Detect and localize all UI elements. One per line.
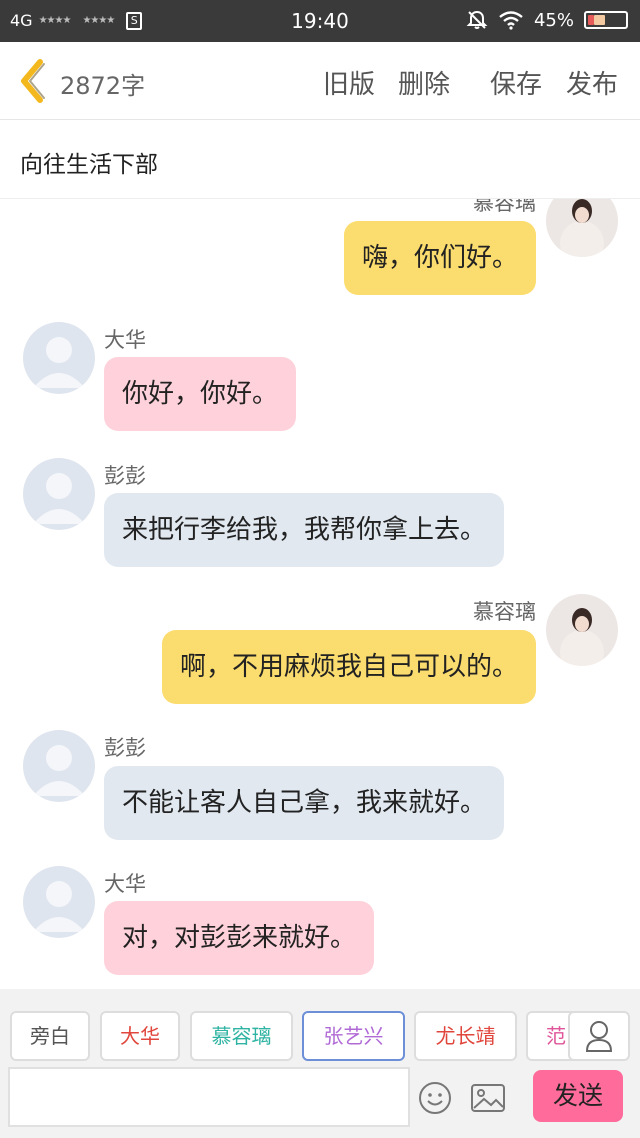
story-title-bar[interactable]: 向往生活下部: [0, 121, 640, 199]
status-right: 45%: [466, 9, 628, 31]
message-bubble: 来把行李给我，我帮你拿上去。: [104, 493, 505, 567]
manage-characters-button[interactable]: [568, 1011, 630, 1061]
character-chip-narrator[interactable]: 旁白: [10, 1011, 90, 1061]
delete-button[interactable]: 删除: [398, 64, 450, 101]
old-version-button[interactable]: 旧版: [323, 64, 375, 101]
message-bubble: 啊，不用麻烦我自己可以的。: [161, 630, 536, 704]
emoji-icon[interactable]: [418, 1081, 452, 1115]
default-avatar[interactable]: [23, 866, 95, 938]
person-icon: [585, 1021, 613, 1052]
message-bubble: 嗨，你们好。: [343, 221, 536, 295]
story-title: 向往生活下部: [20, 152, 158, 178]
wifi-icon: [499, 11, 523, 30]
message-sender-name: 大华: [104, 328, 146, 352]
message-bubble: 对，对彭彭来就好。: [104, 901, 375, 975]
battery-empty: [594, 15, 605, 25]
back-arrow-icon[interactable]: [14, 58, 50, 104]
battery-percent: 45%: [533, 9, 574, 31]
character-chip[interactable]: 大华: [100, 1011, 180, 1061]
publish-button[interactable]: 发布: [566, 64, 618, 101]
default-avatar[interactable]: [23, 730, 95, 802]
message-sender-name: 彭彭: [104, 736, 146, 760]
message-sender-name: 大华: [104, 872, 146, 896]
portrait-avatar[interactable]: [546, 594, 618, 666]
mute-icon: [466, 10, 488, 29]
portrait-avatar[interactable]: [546, 199, 618, 257]
message-sender-name: 彭彭: [104, 464, 146, 488]
message-sender-name: 慕容璃: [473, 600, 536, 624]
message-bubble: 你好，你好。: [104, 357, 297, 431]
default-avatar[interactable]: [23, 322, 95, 394]
image-icon[interactable]: [470, 1082, 506, 1114]
character-selector: 旁白 大华 慕容璃 张艺兴 尤长靖 范: [0, 1011, 580, 1063]
send-button[interactable]: 发送: [533, 1070, 623, 1122]
word-count: 2872字: [60, 72, 146, 100]
editor-toolbar: 2872字 旧版 删除 保存 发布: [0, 42, 640, 120]
composer: 旁白 大华 慕容璃 张艺兴 尤长靖 范 发送: [0, 989, 640, 1138]
character-chip[interactable]: 尤长靖: [414, 1011, 517, 1061]
message-bubble: 不能让客人自己拿，我来就好。: [104, 766, 505, 840]
battery-icon: [584, 11, 628, 29]
status-bar: 4G ★★★★ ★★★★ S 19:40 45%: [0, 0, 640, 42]
chat-area[interactable]: 慕容璃 嗨，你们好。 大华 你好，你好。 彭彭 来把行李给我，我帮你拿上去。 慕…: [0, 199, 640, 989]
character-chip-selected[interactable]: 张艺兴: [302, 1011, 405, 1061]
save-button[interactable]: 保存: [490, 64, 542, 101]
character-chip[interactable]: 慕容璃: [190, 1011, 293, 1061]
default-avatar[interactable]: [23, 458, 95, 530]
message-sender-name: 慕容璃: [473, 199, 536, 215]
message-input[interactable]: [8, 1067, 410, 1127]
